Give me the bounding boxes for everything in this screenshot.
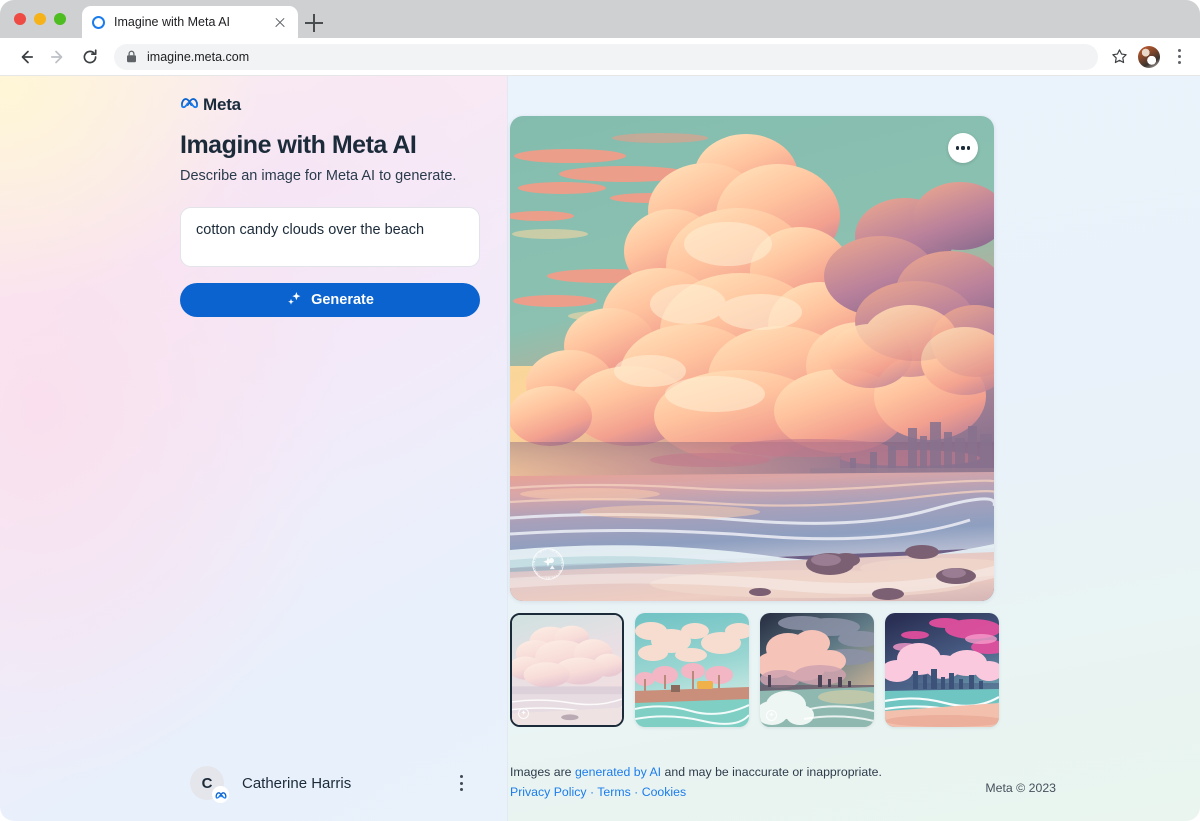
reload-icon[interactable] (76, 43, 104, 71)
image-more-options-button[interactable] (948, 133, 978, 163)
browser-toolbar: imagine.meta.com (0, 38, 1200, 76)
tab-favicon-icon (92, 15, 105, 29)
generate-button-label: Generate (311, 292, 374, 309)
browser-menu-icon[interactable] (1170, 44, 1188, 70)
forward-arrow-icon[interactable] (44, 43, 72, 71)
page-title: Imagine with Meta AI (180, 131, 417, 159)
url-text: imagine.meta.com (147, 49, 250, 64)
avatar-initial: C (201, 774, 213, 792)
footer-sep-2: · (630, 785, 642, 800)
address-bar[interactable]: imagine.meta.com (114, 43, 1098, 70)
meta-infinity-icon (180, 96, 199, 114)
ellipsis-icon (955, 146, 959, 150)
thumbnail-1[interactable]: ✦ (510, 613, 624, 727)
window-controls (14, 13, 66, 25)
close-tab-icon[interactable] (272, 14, 288, 30)
hero-artwork (510, 116, 994, 601)
lock-icon (126, 50, 137, 63)
page-subtitle: Describe an image for Meta AI to generat… (180, 167, 457, 184)
result-panel: IMAGINED WITH AI · IMAGINED WITH AI · (508, 76, 1200, 821)
thumbnail-3-artwork (760, 613, 874, 727)
browser-window: Imagine with Meta AI imagine.meta.com Me… (0, 0, 1200, 821)
meta-badge-icon (212, 786, 229, 803)
back-arrow-icon[interactable] (12, 43, 40, 71)
thumbnail-watermark-icon: ✦ (518, 708, 529, 719)
maximize-window-button[interactable] (54, 13, 66, 25)
thumbnail-4-artwork (885, 613, 999, 727)
footer-disclaimer: Images are generated by AI and may be in… (510, 763, 985, 803)
tab-title: Imagine with Meta AI (114, 15, 231, 29)
meta-logo: Meta (180, 94, 480, 116)
generate-button[interactable]: Generate (180, 283, 480, 318)
generated-by-ai-link[interactable]: generated by AI (575, 765, 661, 779)
cookies-link[interactable]: Cookies (642, 785, 686, 799)
browser-tab[interactable]: Imagine with Meta AI (82, 6, 298, 38)
thumbnail-4[interactable] (885, 613, 999, 727)
thumbnail-strip: ✦ ✦ (510, 613, 999, 727)
footer-sep-1: · (586, 785, 598, 800)
terms-link[interactable]: Terms (597, 785, 630, 799)
footer-text-pre: Images are (510, 765, 575, 780)
footer-text-post: and may be inaccurate or inappropriate. (661, 765, 882, 780)
imagined-with-ai-watermark: IMAGINED WITH AI · IMAGINED WITH AI · (529, 544, 565, 581)
meta-wordmark: Meta (203, 95, 241, 114)
avatar[interactable]: C (190, 766, 229, 803)
copyright-text: Meta © 2023 (985, 781, 1056, 796)
footer-links: Privacy Policy · Terms · Cookies (510, 783, 985, 803)
sparkle-icon (286, 290, 303, 311)
thumbnail-3[interactable]: ✦ (760, 613, 874, 727)
new-tab-button[interactable] (305, 14, 323, 32)
user-account-row[interactable]: C Catherine Harris (190, 763, 470, 803)
star-icon[interactable] (1106, 44, 1132, 70)
page-content: Meta Imagine with Meta AI Describe an im… (0, 76, 1200, 821)
privacy-policy-link[interactable]: Privacy Policy (510, 785, 587, 799)
thumbnail-3-watermark-icon: ✦ (766, 710, 777, 721)
user-menu-icon[interactable] (452, 770, 470, 796)
chrome-profile-avatar[interactable] (1138, 45, 1160, 68)
sidebar-panel: Meta Imagine with Meta AI Describe an im… (0, 76, 508, 821)
page-footer: Images are generated by AI and may be in… (510, 763, 1200, 803)
tab-strip: Imagine with Meta AI (0, 0, 1200, 38)
close-window-button[interactable] (14, 13, 26, 25)
thumbnail-2-artwork (635, 613, 749, 727)
prompt-input[interactable]: cotton candy clouds over the beach (180, 207, 480, 268)
user-name: Catherine Harris (242, 774, 352, 792)
generated-image-hero[interactable]: IMAGINED WITH AI · IMAGINED WITH AI · (510, 116, 994, 601)
thumbnail-2[interactable] (635, 613, 749, 727)
thumbnail-1-artwork (512, 615, 622, 725)
minimize-window-button[interactable] (34, 13, 46, 25)
